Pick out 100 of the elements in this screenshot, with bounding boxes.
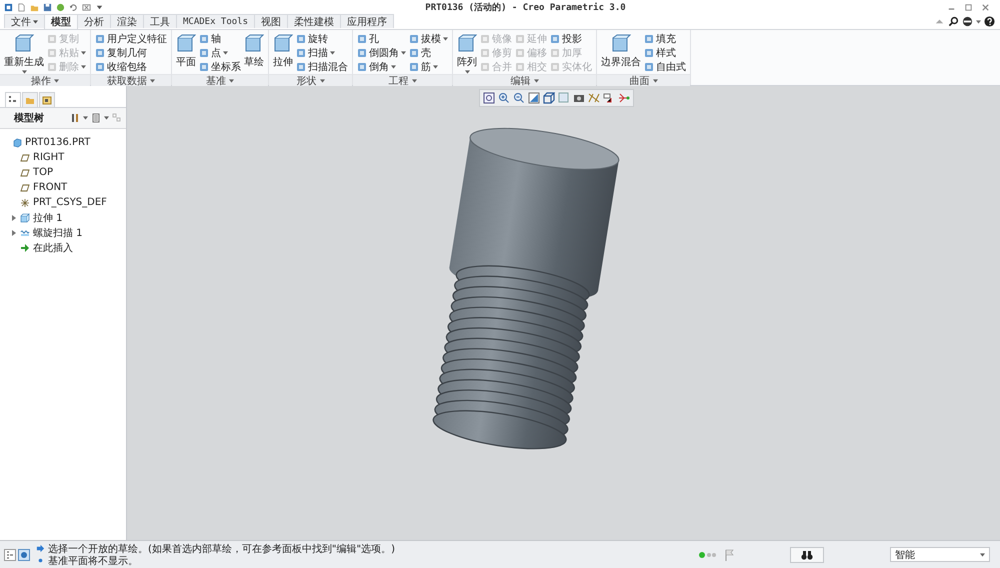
ribbon-button[interactable]: 边界混合 xyxy=(601,32,641,74)
ribbon-tab[interactable]: 工具 xyxy=(143,14,177,28)
ribbon-tab[interactable]: 分析 xyxy=(77,14,111,28)
group-label[interactable]: 编辑 xyxy=(453,74,596,86)
save-icon[interactable] xyxy=(43,2,52,12)
window-icon xyxy=(42,95,52,105)
group-label[interactable]: 曲面 xyxy=(597,74,690,86)
caret-icon[interactable] xyxy=(104,116,109,120)
extrude-icon xyxy=(20,212,30,222)
settings-icon[interactable] xyxy=(70,113,80,123)
customize-caret-icon[interactable] xyxy=(95,2,104,12)
zoom-out-icon[interactable] xyxy=(513,92,525,104)
ribbon-button[interactable]: 草绘 xyxy=(244,32,264,74)
close-icon[interactable] xyxy=(981,2,990,12)
flag-icon[interactable] xyxy=(724,548,734,560)
tree-item[interactable]: 在此插入 xyxy=(33,240,73,254)
caret-icon xyxy=(223,51,228,55)
expand-arrow-icon[interactable] xyxy=(12,214,16,220)
arrow-icon xyxy=(36,544,45,553)
tree-toggle-icon[interactable] xyxy=(4,548,16,560)
ribbon-button[interactable]: 平面 xyxy=(176,32,196,74)
ribbon-tab[interactable]: MCADEx Tools xyxy=(176,14,256,28)
caret-icon[interactable] xyxy=(976,20,981,24)
ribbon-tab[interactable]: 应用程序 xyxy=(340,14,394,28)
tree-item[interactable]: RIGHT xyxy=(33,152,64,163)
ribbon-button[interactable]: 轴 xyxy=(199,32,241,46)
ribbon-button[interactable]: 倒圆角 xyxy=(357,46,406,60)
tool-icon xyxy=(244,34,264,54)
group-label[interactable]: 形状 xyxy=(269,74,352,86)
caret-icon xyxy=(330,51,335,55)
ribbon-button[interactable]: 拉伸 xyxy=(273,32,293,74)
ribbon-button[interactable]: 自由式 xyxy=(644,60,686,74)
search-icon[interactable] xyxy=(948,16,959,27)
ribbon-button[interactable]: 点 xyxy=(199,46,241,60)
ribbon-button[interactable]: 复制几何 xyxy=(95,46,167,60)
ribbon-button[interactable]: 扫描混合 xyxy=(296,60,348,74)
group-label[interactable]: 操作 xyxy=(0,74,90,86)
zoom-fit-icon[interactable] xyxy=(483,92,495,104)
ribbon-button[interactable]: 倒角 xyxy=(357,60,406,74)
favorites-tab[interactable] xyxy=(39,92,55,107)
ribbon-button[interactable]: 拔模 xyxy=(409,32,448,46)
find-button[interactable] xyxy=(790,546,824,562)
ribbon-button[interactable]: 投影 xyxy=(550,32,592,46)
ribbon-button[interactable]: 收缩包络 xyxy=(95,60,167,74)
ribbon-button[interactable]: 旋转 xyxy=(296,32,348,46)
caret-icon xyxy=(33,20,38,24)
tree-icon xyxy=(8,95,18,105)
new-file-icon[interactable] xyxy=(17,2,26,12)
status-message: 选择一个开放的草绘。(如果首选内部草绘，可在参考面板中找到"编辑"选项。) xyxy=(48,542,396,556)
ribbon-tab[interactable]: 模型 xyxy=(44,14,78,29)
tool-icon xyxy=(611,34,631,54)
ribbon-tab[interactable]: 渲染 xyxy=(110,14,144,28)
model-tree-tab[interactable] xyxy=(5,92,21,107)
caret-icon[interactable] xyxy=(83,116,88,120)
caret-icon xyxy=(320,78,324,82)
undo-icon[interactable] xyxy=(69,2,78,12)
selection-filter-dropdown[interactable]: 智能 xyxy=(890,547,990,562)
model-tree-title: 模型树 xyxy=(12,112,45,125)
ribbon-button[interactable]: 样式 xyxy=(644,46,686,60)
group-label[interactable]: 工程 xyxy=(353,74,452,86)
graphics-viewport[interactable] xyxy=(127,86,1000,540)
tool-icon xyxy=(273,34,293,54)
list-icon[interactable] xyxy=(91,113,101,123)
caret-icon xyxy=(401,51,406,55)
caret-icon xyxy=(81,65,86,69)
ribbon-tab[interactable]: 文件 xyxy=(4,14,45,28)
camera-icon[interactable] xyxy=(573,92,585,104)
group-label[interactable]: 获取数据 xyxy=(91,74,171,86)
ribbon-tab[interactable]: 视图 xyxy=(254,14,288,28)
caret-icon xyxy=(81,51,86,55)
insert-arrow-icon xyxy=(20,242,30,252)
status-message: 基准平面将不显示。 xyxy=(48,554,138,568)
zoom-in-icon[interactable] xyxy=(498,92,510,104)
tool-icon xyxy=(176,34,196,54)
tree-item[interactable]: PRT_CSYS_DEF xyxy=(33,197,107,208)
ribbon-button[interactable]: 筋 xyxy=(409,60,448,74)
ribbon-button[interactable]: 孔 xyxy=(357,32,406,46)
tree-item[interactable]: 拉伸 1 xyxy=(33,210,63,224)
app-icon[interactable] xyxy=(4,2,13,12)
ribbon-button[interactable]: 用户定义特征 xyxy=(95,32,167,46)
window-title: PRT0136 (活动的) - Creo Parametric 3.0 xyxy=(424,2,627,14)
cube-icon[interactable] xyxy=(543,92,555,104)
caret-icon xyxy=(150,78,155,82)
ribbon-button[interactable]: 填充 xyxy=(644,32,686,46)
help-icon[interactable] xyxy=(984,16,995,27)
ribbon-button[interactable]: 重新生成 xyxy=(4,32,44,74)
tree-item[interactable]: 螺旋扫描 1 xyxy=(33,226,83,240)
tree-item[interactable]: PRT0136.PRT xyxy=(25,137,90,148)
ribbon-button[interactable]: 壳 xyxy=(409,46,448,60)
ribbon-button[interactable]: 阵列 xyxy=(457,32,477,74)
ribbon-button[interactable]: 扫描 xyxy=(296,46,348,60)
close-window-icon[interactable] xyxy=(82,2,91,12)
tree-item[interactable]: FRONT xyxy=(33,182,68,193)
ribbon-button[interactable]: 坐标系 xyxy=(199,60,241,74)
ribbon-tab[interactable]: 柔性建模 xyxy=(287,14,342,28)
expand-arrow-icon[interactable] xyxy=(12,230,16,236)
group-label[interactable]: 基准 xyxy=(172,74,268,86)
tree-item[interactable]: TOP xyxy=(33,167,54,178)
restore-icon[interactable] xyxy=(964,2,973,12)
browser-toggle-icon[interactable] xyxy=(18,548,30,560)
